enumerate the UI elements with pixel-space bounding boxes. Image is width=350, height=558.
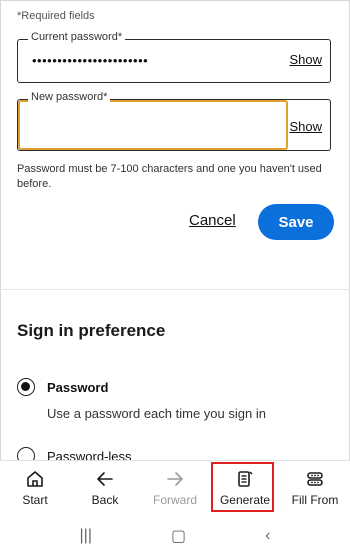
system-navigation-bar: ||| ▢ ‹: [0, 514, 350, 558]
fill-from-label: Fill From: [291, 492, 339, 507]
password-radio[interactable]: [17, 378, 35, 396]
back-button[interactable]: Back: [70, 461, 140, 514]
back-nav-icon[interactable]: ‹: [265, 527, 270, 545]
show-new-password-button[interactable]: Show: [289, 119, 322, 134]
home-nav-icon[interactable]: ▢: [171, 526, 186, 546]
fill-from-icon: [307, 471, 323, 486]
current-password-label: Current password*: [28, 31, 126, 43]
arrow-right-icon: [167, 471, 183, 486]
start-button[interactable]: Start: [0, 461, 70, 514]
forward-button[interactable]: Forward: [140, 461, 210, 514]
password-helper-text: Password must be 7-100 characters and on…: [17, 163, 322, 190]
fill-from-button[interactable]: Fill From: [280, 461, 350, 514]
forward-label: Forward: [152, 492, 197, 507]
required-fields-note: *Required fields: [17, 10, 95, 22]
back-label: Back: [91, 492, 119, 507]
start-label: Start: [22, 492, 48, 507]
cancel-button[interactable]: Cancel: [189, 212, 236, 229]
recent-apps-icon[interactable]: |||: [80, 527, 92, 545]
sign-in-preference-title: Sign in preference: [17, 321, 166, 340]
current-password-value: •••••••••••••••••••••••: [32, 53, 149, 68]
home-icon: [27, 470, 43, 487]
password-option-description: Use a password each time you sign in: [47, 406, 266, 421]
save-button[interactable]: Save: [258, 204, 334, 240]
arrow-left-icon: [97, 471, 113, 486]
section-divider: [0, 289, 350, 290]
show-current-password-button[interactable]: Show: [289, 52, 322, 67]
current-password-field[interactable]: Current password* ••••••••••••••••••••••…: [17, 31, 331, 83]
generate-highlight-box: [211, 462, 274, 512]
new-password-label: New password*: [28, 91, 111, 103]
new-password-focus-ring[interactable]: [18, 100, 288, 150]
new-password-field[interactable]: New password* Show: [17, 91, 331, 151]
bottom-toolbar: Start Back Forward Generate Fill From: [0, 460, 350, 514]
password-option-label: Password: [47, 380, 109, 395]
